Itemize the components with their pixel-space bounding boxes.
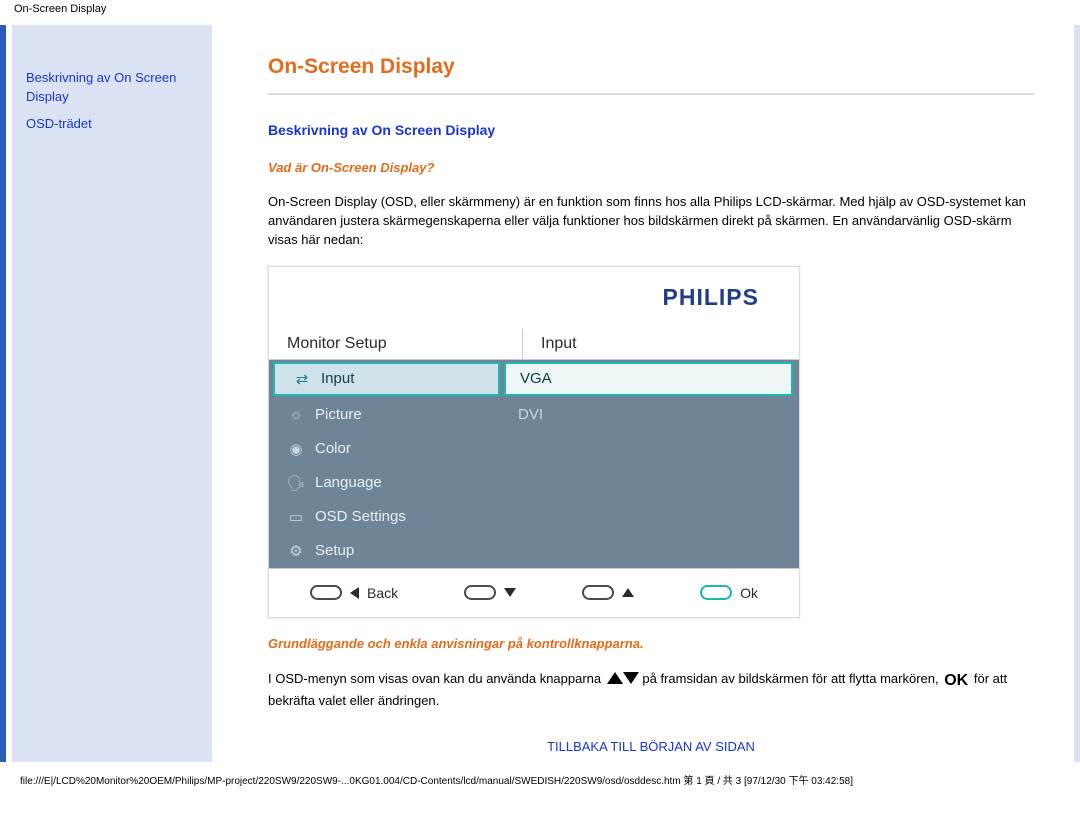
osd-header-right: Input [522, 329, 799, 359]
layout: Beskrivning av On Screen Display OSD-trä… [0, 25, 1080, 762]
sidebar: Beskrivning av On Screen Display OSD-trä… [12, 25, 212, 762]
osd-logo-bar: PHILIPS [269, 267, 799, 329]
pill-icon [310, 585, 342, 600]
section-heading: Beskrivning av On Screen Display [268, 122, 1034, 138]
osd-menu-setup[interactable]: ⚙ Setup [269, 534, 504, 568]
osd-options-right: VGA DVI [504, 360, 799, 568]
question-heading: Vad är On-Screen Display? [268, 160, 1034, 175]
intro-paragraph: On-Screen Display (OSD, eller skärmmeny)… [268, 193, 1034, 250]
frag-a: I OSD-menyn som visas ovan kan du använd… [268, 671, 605, 686]
pill-icon [464, 585, 496, 600]
osd-spacer [504, 432, 799, 568]
language-icon: 🗣 [283, 474, 309, 492]
page-title: On-Screen Display [268, 55, 1034, 79]
osd-down-button[interactable] [464, 585, 516, 600]
osd-header-left: Monitor Setup [269, 329, 522, 359]
osd-menu-label: Setup [309, 542, 354, 559]
back-to-top-link[interactable]: TILLBAKA TILL BÖRJAN AV SIDAN [547, 739, 755, 754]
osd-option-vga[interactable]: VGA [504, 362, 793, 396]
frag-b: på framsidan av bildskärmen för att flyt… [642, 671, 942, 686]
triangle-down-icon [504, 588, 516, 597]
gear-icon: ⚙ [283, 542, 309, 560]
osd-option-label: VGA [520, 370, 552, 387]
screen-icon: ▭ [283, 508, 309, 526]
osd-bottom-bar: Back Ok [269, 568, 799, 617]
osd-menu-label: OSD Settings [309, 508, 406, 525]
osd-menu-label: Input [315, 370, 354, 387]
sidebar-link-osd-tree[interactable]: OSD-trädet [26, 115, 198, 134]
instructions-subheading: Grundläggande och enkla anvisningar på k… [268, 636, 1034, 651]
osd-menu-color[interactable]: ◉ Color [269, 432, 504, 466]
pill-icon [582, 585, 614, 600]
back-to-top-wrap: TILLBAKA TILL BÖRJAN AV SIDAN [268, 739, 1034, 754]
footer-path: file:///E|/LCD%20Monitor%20OEM/Philips/M… [0, 762, 1080, 787]
pill-ok-icon [700, 585, 732, 600]
osd-option-dvi[interactable]: DVI [504, 398, 799, 432]
osd-menu-input[interactable]: ⇄ Input [273, 362, 500, 396]
right-accent-strip [1074, 25, 1080, 762]
horizontal-rule [268, 93, 1034, 96]
osd-back-button[interactable]: Back [310, 585, 398, 601]
brightness-icon: ☼ [283, 406, 309, 423]
document-header: On-Screen Display [0, 0, 1080, 25]
osd-menu-label: Color [309, 440, 351, 457]
osd-menu-label: Picture [309, 406, 362, 423]
osd-up-button[interactable] [582, 585, 634, 600]
osd-menu-label: Language [309, 474, 382, 491]
osd-ok-label: Ok [740, 585, 758, 601]
osd-ok-button[interactable]: Ok [700, 585, 758, 601]
globe-icon: ◉ [283, 440, 309, 458]
osd-menu-left: ⇄ Input ☼ Picture ◉ Color [269, 360, 504, 568]
osd-menu-language[interactable]: 🗣 Language [269, 466, 504, 500]
triangle-left-icon [350, 587, 359, 599]
osd-menu-osd-settings[interactable]: ▭ OSD Settings [269, 500, 504, 534]
up-down-arrows-icon [605, 671, 643, 686]
ok-glyph: OK [942, 672, 970, 689]
osd-screenshot: PHILIPS Monitor Setup Input ⇄ Input [268, 266, 800, 618]
sidebar-link-description[interactable]: Beskrivning av On Screen Display [26, 69, 198, 107]
input-icon: ⇄ [289, 370, 315, 388]
instruction-paragraph: I OSD-menyn som visas ovan kan du använd… [268, 669, 1034, 711]
osd-option-label: DVI [518, 406, 543, 423]
osd-menu-picture[interactable]: ☼ Picture [269, 398, 504, 432]
osd-body: ⇄ Input ☼ Picture ◉ Color [269, 360, 799, 568]
osd-panel: ⇄ Input ☼ Picture ◉ Color [269, 360, 799, 568]
page-root: On-Screen Display Beskrivning av On Scre… [0, 0, 1080, 787]
osd-column-headers: Monitor Setup Input [269, 329, 799, 360]
osd-back-label: Back [367, 585, 398, 601]
triangle-up-icon [622, 588, 634, 597]
main-content: On-Screen Display Beskrivning av On Scre… [212, 25, 1056, 762]
philips-logo: PHILIPS [663, 284, 759, 311]
